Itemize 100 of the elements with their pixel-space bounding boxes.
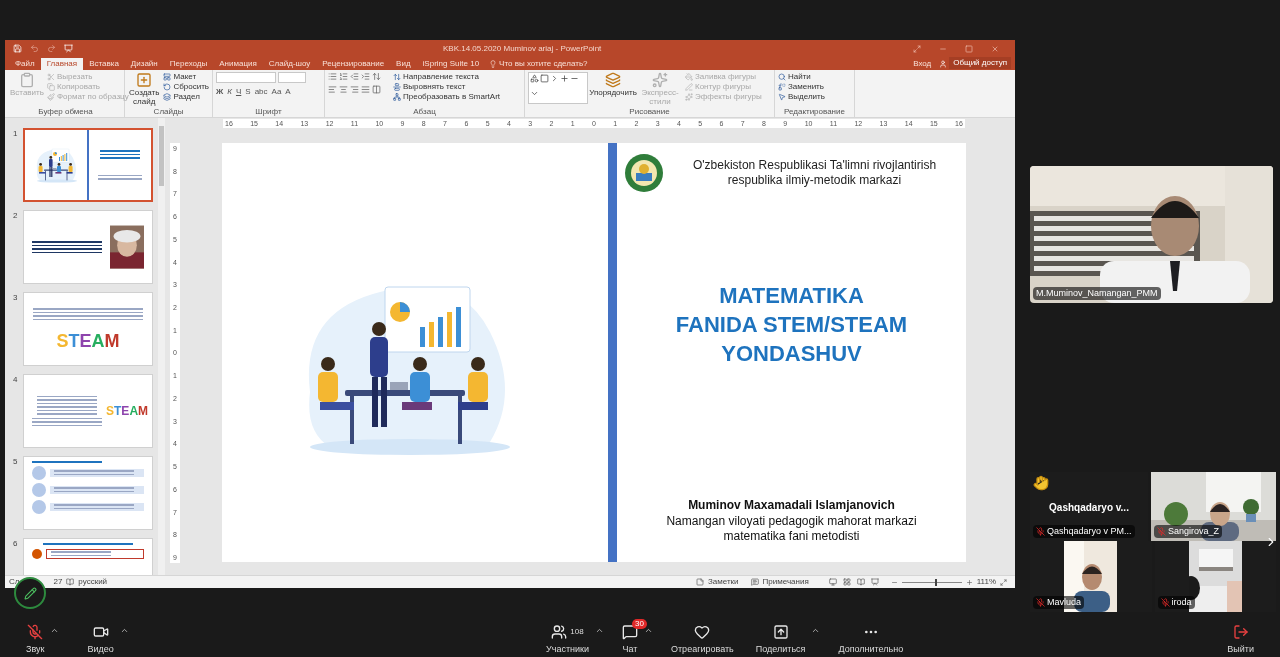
ribbon-button[interactable]: Раздел bbox=[163, 92, 209, 102]
align-right-icon[interactable] bbox=[350, 85, 359, 94]
toolbar-button[interactable]: Звук bbox=[22, 624, 49, 657]
toolbar-button[interactable]: 108 Участники bbox=[542, 624, 593, 657]
maximize-icon[interactable] bbox=[965, 44, 973, 53]
line-spacing-icon[interactable] bbox=[372, 72, 381, 81]
ribbon-icon bbox=[652, 72, 668, 88]
format-button[interactable]: К bbox=[227, 86, 232, 98]
ribbon-button[interactable]: Заменить bbox=[778, 82, 825, 92]
ribbon-button[interactable]: Выровнять текст bbox=[393, 82, 501, 92]
shapes-icon bbox=[530, 74, 539, 83]
toolbar-button[interactable]: Дополнительно bbox=[834, 624, 908, 657]
share-button[interactable]: Общий доступ bbox=[949, 57, 1011, 69]
share-icon bbox=[772, 624, 789, 640]
ribbon-tab[interactable]: Вид bbox=[390, 58, 417, 70]
ribbon-tab[interactable]: Анимация bbox=[213, 58, 263, 70]
fit-slide-icon[interactable] bbox=[1000, 578, 1007, 586]
text-lines-drawing bbox=[51, 551, 111, 556]
ribbon-tab[interactable]: Переходы bbox=[163, 58, 214, 70]
ribbon-button[interactable]: Создать слайд bbox=[128, 72, 161, 106]
caret-icon[interactable] bbox=[644, 626, 653, 635]
group-label: Слайды bbox=[152, 107, 185, 117]
ribbon-icon bbox=[778, 83, 786, 91]
columns-icon[interactable] bbox=[372, 85, 381, 94]
unread-badge: 30 bbox=[632, 619, 647, 629]
sorter-view-icon[interactable] bbox=[842, 578, 851, 586]
sign-in-link[interactable]: Вход bbox=[913, 58, 932, 70]
slide-thumbnail[interactable]: STEAM bbox=[23, 292, 153, 366]
slide-number: 2 bbox=[13, 210, 19, 222]
ribbon-button[interactable]: Направление текста bbox=[393, 72, 501, 82]
lightbulb-icon bbox=[489, 60, 498, 68]
toolbar-button[interactable]: Отреагировать bbox=[667, 624, 738, 657]
format-button[interactable]: S bbox=[245, 86, 251, 98]
muted-mic-icon bbox=[27, 624, 44, 640]
language-label: русский bbox=[78, 578, 108, 586]
ribbon-icon bbox=[393, 73, 401, 81]
caret-icon[interactable] bbox=[811, 626, 821, 635]
format-button[interactable]: Ч bbox=[235, 86, 242, 98]
ribbon-button[interactable]: Найти bbox=[778, 72, 825, 82]
zoom-in-icon[interactable] bbox=[965, 578, 973, 586]
ribbon-tab[interactable]: Главная bbox=[40, 58, 84, 70]
slideshow-icon[interactable] bbox=[64, 44, 73, 53]
slide-counter: 27 bbox=[53, 578, 63, 586]
tell-me-search[interactable]: Что вы хотите сделать? bbox=[499, 58, 588, 70]
toolbar-button[interactable]: Поделиться bbox=[751, 624, 810, 657]
bullets-icon[interactable] bbox=[328, 72, 337, 81]
text-lines-drawing bbox=[37, 395, 97, 415]
ribbon-icon bbox=[136, 72, 153, 88]
align-left-icon[interactable] bbox=[328, 85, 337, 94]
font-name-field[interactable] bbox=[216, 72, 276, 83]
numbering-icon[interactable] bbox=[339, 72, 348, 81]
window-title: KBK.14.05.2020 Muminov ariaj - PowerPoint bbox=[443, 42, 603, 55]
ribbon-tab[interactable]: Рецензирование bbox=[316, 58, 391, 70]
ribbon-button[interactable]: Упорядочить bbox=[591, 72, 635, 97]
ribbon-icon bbox=[393, 83, 401, 91]
group-label: Буфер обмена bbox=[37, 107, 94, 117]
save-icon[interactable] bbox=[13, 44, 22, 53]
slide-thumbnail[interactable] bbox=[23, 128, 153, 202]
ribbon-icon bbox=[685, 93, 693, 101]
undo-icon[interactable] bbox=[30, 44, 39, 53]
ribbon-tab[interactable]: Вставка bbox=[83, 58, 125, 70]
ribbon-icon bbox=[163, 73, 172, 81]
comments-button[interactable]: Примечания bbox=[762, 578, 809, 586]
slide-number: 6 bbox=[13, 538, 19, 550]
close-icon[interactable] bbox=[991, 44, 999, 53]
ribbon-button[interactable]: Выделить bbox=[778, 92, 825, 102]
ribbon-button[interactable]: Макет bbox=[163, 72, 209, 82]
indent-icon[interactable] bbox=[350, 72, 359, 81]
toolbar-button[interactable]: Видео bbox=[83, 624, 118, 657]
shapes-gallery[interactable] bbox=[528, 72, 588, 104]
caret-icon[interactable] bbox=[50, 626, 60, 635]
format-button[interactable]: A bbox=[285, 86, 291, 98]
format-button[interactable]: abc bbox=[254, 86, 268, 98]
font-size-field[interactable] bbox=[278, 72, 306, 83]
normal-view-icon[interactable] bbox=[828, 578, 837, 586]
justify-icon[interactable] bbox=[361, 85, 370, 94]
reading-view-icon[interactable] bbox=[856, 578, 865, 586]
ribbon-tab[interactable]: iSpring Suite 10 bbox=[416, 58, 486, 70]
format-button[interactable]: Aa bbox=[271, 86, 282, 98]
caret-icon[interactable] bbox=[595, 626, 604, 635]
slide-number: 5 bbox=[13, 456, 19, 468]
notes-button[interactable]: Заметки bbox=[707, 578, 739, 586]
slide-thumbnail[interactable]: STEAM bbox=[23, 374, 153, 448]
slideshow-icon[interactable] bbox=[870, 578, 879, 586]
ribbon-display-icon[interactable] bbox=[913, 44, 921, 53]
format-button[interactable]: Ж bbox=[216, 86, 224, 98]
ribbon-tab[interactable]: Файл bbox=[9, 58, 41, 70]
ribbon-button[interactable]: Сбросить bbox=[163, 82, 209, 92]
steam-logo: STEAM bbox=[56, 332, 120, 350]
redo-icon[interactable] bbox=[47, 44, 56, 53]
toolbar-button[interactable]: Выйти bbox=[1223, 624, 1258, 657]
spellcheck-icon[interactable] bbox=[66, 578, 75, 586]
ribbon-tab[interactable]: Дизайн bbox=[124, 58, 164, 70]
ribbon-icon bbox=[46, 83, 55, 91]
circle-drawing bbox=[32, 548, 42, 559]
ribbon-button[interactable]: Преобразовать в SmartArt bbox=[393, 92, 501, 102]
indent-icon[interactable] bbox=[361, 72, 370, 81]
caret-icon[interactable] bbox=[119, 626, 129, 635]
align-center-icon[interactable] bbox=[339, 85, 348, 94]
ribbon-tab[interactable]: Слайд-шоу bbox=[262, 58, 317, 70]
